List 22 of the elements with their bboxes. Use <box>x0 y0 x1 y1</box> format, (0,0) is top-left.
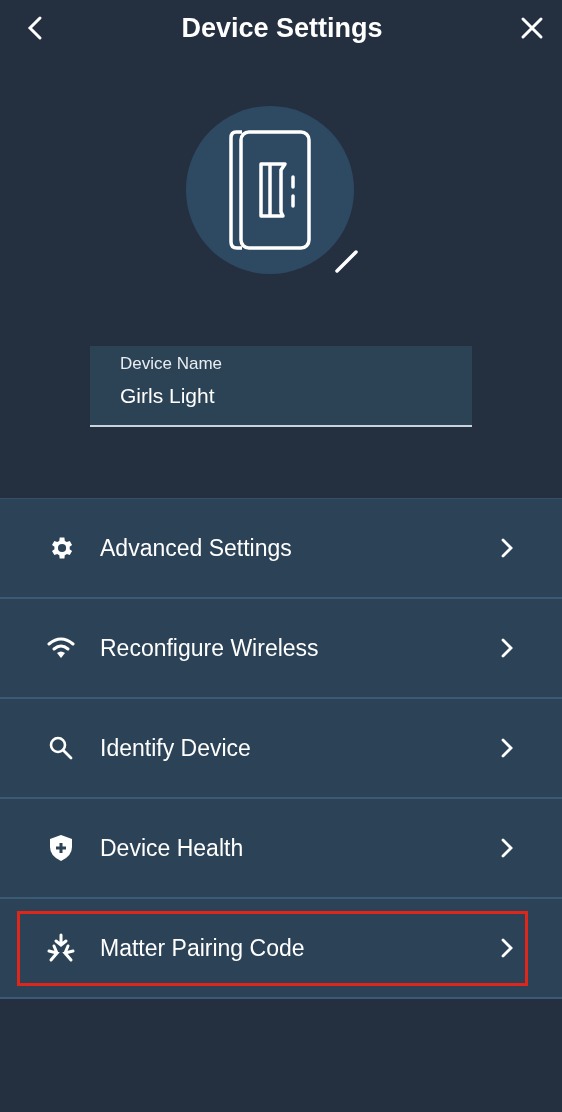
close-icon <box>520 16 544 40</box>
edit-icon[interactable] <box>334 248 360 274</box>
shield-icon <box>49 834 73 862</box>
light-switch-icon <box>228 129 312 251</box>
chevron-icon <box>500 837 514 859</box>
device-name-field[interactable]: Device Name Girls Light <box>90 346 472 427</box>
chevron-icon <box>500 637 514 659</box>
screen-title: Device Settings <box>181 12 383 44</box>
menu-item[interactable]: Matter Pairing Code <box>0 899 562 999</box>
chevron-icon <box>500 937 514 959</box>
wifi-icon <box>46 636 76 660</box>
chevron-icon <box>500 737 514 759</box>
chevron-icon <box>500 537 514 559</box>
menu-item[interactable]: Device Health <box>0 799 562 899</box>
field-value: Girls Light <box>120 384 216 408</box>
menu-item[interactable]: Reconfigure Wireless <box>0 599 562 699</box>
matter-icon <box>46 933 76 963</box>
search-icon <box>48 735 74 761</box>
back-icon <box>26 15 44 41</box>
field-label: Device Name <box>120 354 224 374</box>
menu-item[interactable]: Advanced Settings <box>0 499 562 599</box>
menu-item[interactable]: Identify Device <box>0 699 562 799</box>
